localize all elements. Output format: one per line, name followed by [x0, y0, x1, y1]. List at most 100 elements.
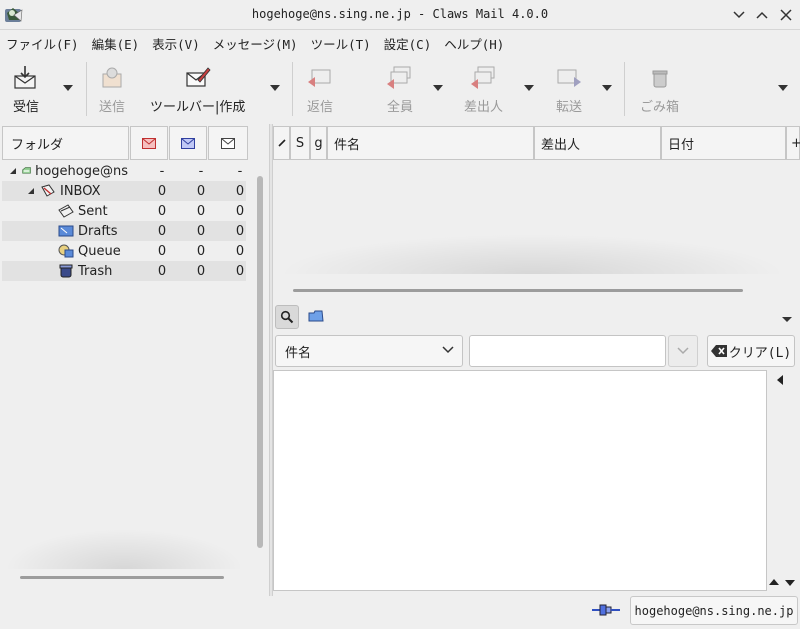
receive-button[interactable]: 受信 [12, 64, 40, 115]
send-button[interactable]: 送信 [98, 64, 126, 115]
maximize-button[interactable] [752, 5, 772, 25]
mime-toggle-arrow[interactable] [777, 375, 784, 385]
folder-name: Sent [78, 203, 108, 219]
folder-row-account[interactable]: hogehoge@ns - - - [2, 161, 246, 181]
menu-view[interactable]: 表示(V) [152, 34, 200, 53]
send-mail-icon [98, 64, 126, 92]
reply-sender-label: 差出人 [464, 100, 504, 115]
date-column-label: 日付 [668, 137, 695, 153]
trash-button[interactable]: ごみ箱 [640, 64, 679, 115]
unread-count-column-header[interactable] [169, 126, 207, 160]
folder-search-button[interactable] [307, 307, 325, 325]
total-count-column-header[interactable] [208, 126, 248, 160]
subject-column-header[interactable]: 件名 [327, 126, 534, 160]
menu-file[interactable]: ファイル(F) [6, 34, 79, 53]
account-label: hogehoge@ns.sing.ne.jp [634, 603, 794, 618]
menu-help[interactable]: ヘルプ(H) [444, 34, 504, 53]
scroll-up-arrow[interactable] [769, 579, 779, 586]
folder-vertical-scrollbar[interactable] [257, 176, 263, 548]
toolbar-separator [624, 62, 625, 116]
close-button[interactable] [776, 5, 796, 25]
menu-tools[interactable]: ツール(T) [311, 34, 371, 53]
compose-label: ツールバー|作成 [150, 100, 246, 115]
queue-icon [58, 244, 74, 258]
account-selector[interactable]: hogehoge@ns.sing.ne.jp [630, 596, 798, 625]
mark-column-header[interactable] [273, 126, 290, 160]
folder-row-queue[interactable]: Queue 0 0 0 [2, 241, 246, 261]
total-count: 0 [235, 263, 245, 279]
folder-header-label: フォルダ [11, 137, 64, 153]
new-count: 0 [157, 183, 167, 199]
reply-icon [306, 64, 334, 92]
forward-dropdown-arrow[interactable] [602, 84, 612, 92]
unread-count: 0 [196, 203, 206, 219]
search-input[interactable] [469, 335, 666, 367]
folder-horizontal-scrollbar[interactable] [20, 576, 224, 579]
new-count-column-header[interactable] [130, 126, 168, 160]
forward-icon [555, 64, 583, 92]
folder-row-trash[interactable]: Trash 0 0 0 [2, 261, 246, 281]
menu-settings[interactable]: 設定(C) [384, 34, 432, 53]
unread-count: 0 [196, 183, 206, 199]
folder-row-inbox[interactable]: INBOX 0 0 0 [2, 181, 246, 201]
total-count: - [237, 163, 243, 179]
new-count: 0 [157, 203, 167, 219]
clear-button[interactable]: クリア(L) [707, 335, 795, 367]
collapse-arrow-icon[interactable] [27, 187, 35, 195]
folder-row-sent[interactable]: Sent 0 0 0 [2, 201, 246, 221]
reply-all-button[interactable]: 全員 [386, 64, 414, 115]
folder-column-header[interactable]: フォルダ [2, 126, 129, 160]
menu-edit[interactable]: 編集(E) [92, 34, 140, 53]
folder-name: INBOX [60, 183, 101, 199]
receive-dropdown-arrow[interactable] [63, 84, 73, 92]
date-column-header[interactable]: 日付 [661, 126, 786, 160]
search-history-dropdown[interactable] [668, 335, 698, 367]
status-column-header[interactable]: S [290, 126, 310, 160]
toolbar-overflow-arrow[interactable] [778, 84, 788, 92]
online-plug-icon[interactable] [592, 604, 620, 616]
from-column-label: 差出人 [541, 137, 581, 153]
chevron-down-icon [442, 346, 454, 354]
reply-sender-button[interactable]: 差出人 [464, 64, 503, 115]
attachment-column-label: g [314, 135, 323, 151]
search-field-select[interactable]: 件名 [275, 335, 463, 367]
message-list-horizontal-scrollbar[interactable] [293, 289, 743, 292]
total-count: 0 [235, 223, 245, 239]
scroll-down-arrow[interactable] [785, 579, 795, 586]
new-count: - [159, 163, 165, 179]
search-field-value: 件名 [285, 345, 312, 361]
reply-all-label: 全員 [386, 100, 413, 115]
folder-name: Queue [78, 243, 121, 259]
unread-count: 0 [196, 223, 206, 239]
menu-bar: ファイル(F) 編集(E) 表示(V) メッセージ(M) ツール(T) 設定(C… [0, 31, 800, 56]
scroll-shadow [277, 234, 787, 274]
folder-row-drafts[interactable]: Drafts 0 0 0 [2, 221, 246, 241]
forward-label: 転送 [555, 100, 582, 115]
search-toggle-button[interactable] [275, 305, 299, 329]
total-count: 0 [235, 243, 245, 259]
minimize-button[interactable] [729, 5, 749, 25]
menu-message[interactable]: メッセージ(M) [213, 34, 298, 53]
new-count: 0 [157, 243, 167, 259]
mark-icon [277, 139, 286, 147]
total-count: 0 [235, 183, 245, 199]
attachment-column-header[interactable]: g [310, 126, 327, 160]
from-column-header[interactable]: 差出人 [534, 126, 661, 160]
compose-dropdown-arrow[interactable] [270, 84, 280, 92]
message-view[interactable] [273, 370, 767, 591]
status-bar: hogehoge@ns.sing.ne.jp [0, 596, 800, 629]
mailbox-icon [22, 167, 31, 174]
clear-icon [710, 345, 727, 357]
reply-all-dropdown-arrow[interactable] [433, 84, 443, 92]
forward-button[interactable]: 転送 [555, 64, 583, 115]
quicksearch-toolbar [273, 303, 800, 331]
trash-icon [646, 64, 674, 92]
compose-button[interactable]: ツールバー|作成 [150, 64, 245, 115]
search-options-arrow[interactable] [782, 316, 792, 323]
more-columns-header[interactable]: + [786, 126, 800, 160]
reply-button[interactable]: 返信 [306, 64, 334, 115]
reply-sender-dropdown-arrow[interactable] [524, 84, 534, 92]
main-toolbar: 受信 送信 ツールバー|作成 返信 全員 差出人 転送 ごみ箱 [0, 56, 800, 122]
reply-all-icon [386, 64, 414, 92]
collapse-arrow-icon[interactable] [9, 167, 17, 175]
